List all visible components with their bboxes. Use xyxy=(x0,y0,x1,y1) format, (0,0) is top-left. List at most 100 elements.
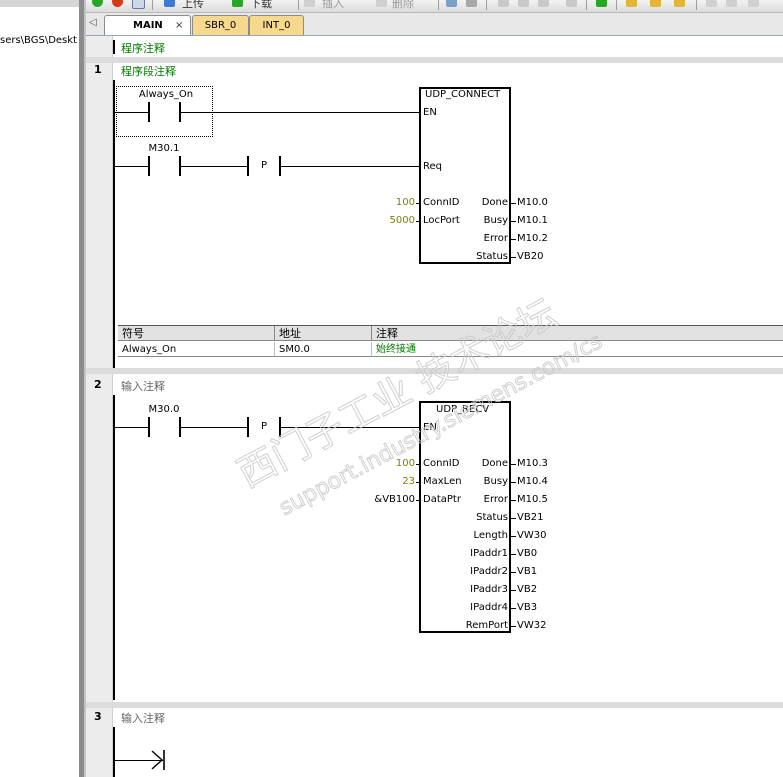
busy-value[interactable]: M10.1 xyxy=(517,215,548,226)
done-value[interactable]: M10.0 xyxy=(517,197,548,208)
network-gutter xyxy=(86,36,112,777)
wire xyxy=(511,590,516,591)
wire xyxy=(281,427,421,428)
line-left-icon[interactable] xyxy=(748,0,759,7)
line-right-icon[interactable] xyxy=(726,0,737,7)
network-icon[interactable] xyxy=(446,0,457,7)
line-down-icon[interactable] xyxy=(706,0,717,7)
network-separator xyxy=(86,368,783,374)
ipaddr3-value[interactable]: VB2 xyxy=(517,584,537,595)
symbol-header[interactable]: 符号 xyxy=(118,326,275,341)
delete-icon[interactable] xyxy=(376,0,387,7)
tab-sbr-0[interactable]: SBR_0 xyxy=(192,15,249,35)
upload-icon[interactable] xyxy=(164,0,175,7)
done-pin: Done xyxy=(481,197,508,208)
contact-label: Always_On xyxy=(138,89,194,100)
contact-left-bar[interactable] xyxy=(148,156,150,176)
wire xyxy=(115,112,148,113)
box-icon[interactable] xyxy=(538,0,549,7)
address-header[interactable]: 地址 xyxy=(275,326,372,341)
delete-button[interactable]: 删除 xyxy=(392,0,414,11)
comment-cell[interactable]: 始终接通 xyxy=(372,342,783,357)
upload-button[interactable]: 上传 xyxy=(182,0,204,11)
dataptr-value[interactable]: &VB100 xyxy=(360,494,415,505)
run-icon[interactable] xyxy=(92,0,103,7)
wire xyxy=(511,500,516,501)
connid-pin: ConnID xyxy=(423,197,460,208)
wire xyxy=(416,464,420,465)
insert-icon[interactable] xyxy=(304,0,315,7)
wire xyxy=(511,221,516,222)
coil-icon[interactable] xyxy=(518,0,529,7)
power-rail xyxy=(113,395,115,700)
download-button[interactable]: 下载 xyxy=(250,0,272,11)
network-separator xyxy=(86,57,783,63)
bookmark-prev-icon[interactable] xyxy=(650,0,661,7)
project-tree-path[interactable]: sers\BGS\Deskt xyxy=(0,35,77,46)
tab-main[interactable]: MAIN × xyxy=(104,15,191,35)
network-comment[interactable]: 程序段注释 xyxy=(121,63,176,79)
wire xyxy=(511,554,516,555)
tab-scroll-left-icon[interactable]: ◁ xyxy=(89,17,97,28)
p-contact-left-bar[interactable] xyxy=(247,417,249,437)
ipaddr2-pin: IPaddr2 xyxy=(470,566,508,577)
remport-value[interactable]: VW32 xyxy=(517,620,546,631)
ipaddr1-value[interactable]: VB0 xyxy=(517,548,537,559)
error-pin: Error xyxy=(483,494,508,505)
toolbar-separator xyxy=(438,0,439,10)
empty-box-arrow-icon[interactable] xyxy=(150,749,166,771)
bookmark-next-icon[interactable] xyxy=(674,0,685,7)
symbol-cell[interactable]: Always_On xyxy=(118,342,275,357)
close-icon[interactable]: × xyxy=(175,16,183,35)
address-cell[interactable]: SM0.0 xyxy=(275,342,372,357)
network-comment[interactable]: 输入注释 xyxy=(121,378,165,394)
program-comment[interactable]: 程序注释 xyxy=(121,40,165,56)
toolbar-separator xyxy=(696,0,697,10)
locport-pin: LocPort xyxy=(423,215,460,226)
toolbar-separator xyxy=(298,0,299,10)
tab-int-0[interactable]: INT_0 xyxy=(249,15,304,35)
network-comment[interactable]: 输入注释 xyxy=(121,710,165,726)
symbol-table: 符号 地址 注释 Always_On SM0.0 始终接通 xyxy=(118,325,783,358)
insert-button[interactable]: 插入 xyxy=(322,0,344,11)
wire xyxy=(181,427,247,428)
stop-icon[interactable] xyxy=(112,0,123,7)
branch-icon[interactable] xyxy=(466,0,477,7)
ipaddr1-pin: IPaddr1 xyxy=(470,548,508,559)
remport-pin: RemPort xyxy=(465,620,508,631)
comment-header[interactable]: 注释 xyxy=(372,326,783,341)
error-value[interactable]: M10.5 xyxy=(517,494,548,505)
toolbar-separator xyxy=(586,0,587,10)
status-chart-icon[interactable] xyxy=(596,0,607,7)
compile-icon[interactable] xyxy=(132,0,145,9)
ipaddr2-value[interactable]: VB1 xyxy=(517,566,537,577)
status-value[interactable]: VB20 xyxy=(517,251,543,262)
wire xyxy=(511,536,516,537)
done-value[interactable]: M10.3 xyxy=(517,458,548,469)
p-contact-label: P xyxy=(260,421,268,432)
locport-value[interactable]: 5000 xyxy=(370,215,415,226)
wire xyxy=(181,166,247,167)
length-value[interactable]: VW30 xyxy=(517,530,546,541)
ipaddr4-value[interactable]: VB3 xyxy=(517,602,537,613)
bookmark-icon[interactable] xyxy=(626,0,637,7)
contact-icon[interactable] xyxy=(498,0,509,7)
contact-label: M30.1 xyxy=(148,143,180,154)
busy-value[interactable]: M10.4 xyxy=(517,476,548,487)
download-icon[interactable] xyxy=(232,0,243,7)
ipaddr3-pin: IPaddr3 xyxy=(470,584,508,595)
maxlen-value[interactable]: 23 xyxy=(370,476,415,487)
connid-value[interactable]: 100 xyxy=(370,197,415,208)
monitor-icon[interactable] xyxy=(566,0,577,7)
wire xyxy=(181,112,421,113)
length-pin: Length xyxy=(473,530,509,541)
error-value[interactable]: M10.2 xyxy=(517,233,548,244)
connid-value[interactable]: 100 xyxy=(370,458,415,469)
status-value[interactable]: VB21 xyxy=(517,512,543,523)
contact-left-bar[interactable] xyxy=(148,102,150,122)
network-number: 2 xyxy=(94,378,102,391)
p-contact-left-bar[interactable] xyxy=(247,156,249,176)
wire xyxy=(511,482,516,483)
wire xyxy=(511,239,516,240)
contact-left-bar[interactable] xyxy=(148,417,150,437)
